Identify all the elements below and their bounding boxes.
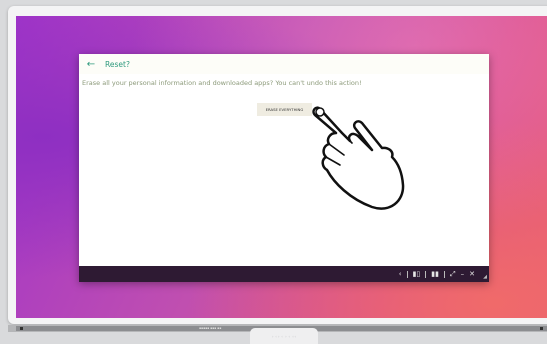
ledge-label: ▪▪▪▪▪ ▪▪▪ ▪▪ xyxy=(199,326,222,330)
windows-icon[interactable]: ▮▮ xyxy=(431,270,439,278)
close-icon[interactable]: ✕ xyxy=(469,270,475,278)
back-arrow-icon[interactable]: ← xyxy=(83,59,99,70)
taskbar-divider xyxy=(406,270,408,278)
ledge-indicator xyxy=(540,327,543,330)
dialog-message: Erase all your personal information and … xyxy=(82,79,362,87)
minimize-icon[interactable]: – xyxy=(461,270,465,278)
taskbar-back-icon[interactable]: ‹ xyxy=(399,270,402,278)
erase-everything-button[interactable]: ERASE EVERYTHING xyxy=(257,103,312,116)
taskbar: ‹ ▮▯ ▮▮ ⤢ – ✕ ◢ xyxy=(79,266,489,282)
resize-grip-icon[interactable]: ◢ xyxy=(483,274,487,280)
expand-icon[interactable]: ⤢ xyxy=(450,270,456,278)
taskbar-divider xyxy=(425,270,427,278)
taskbar-divider xyxy=(444,270,446,278)
hardware-control-strip[interactable]: ◦ ◦◦ ◦ ◦ ◦ ◦◦ xyxy=(250,328,318,344)
hardware-controls: ◦ ◦◦ ◦ ◦ ◦ ◦◦ xyxy=(271,333,297,339)
dialog-title: Reset? xyxy=(105,59,130,69)
pointing-hand-icon xyxy=(312,106,405,210)
dialog-header: ← Reset? xyxy=(79,54,489,74)
reset-dialog: ← Reset? Erase all your personal informa… xyxy=(79,54,489,282)
apps-icon[interactable]: ▮▯ xyxy=(413,270,421,278)
ledge-indicator xyxy=(20,327,23,330)
